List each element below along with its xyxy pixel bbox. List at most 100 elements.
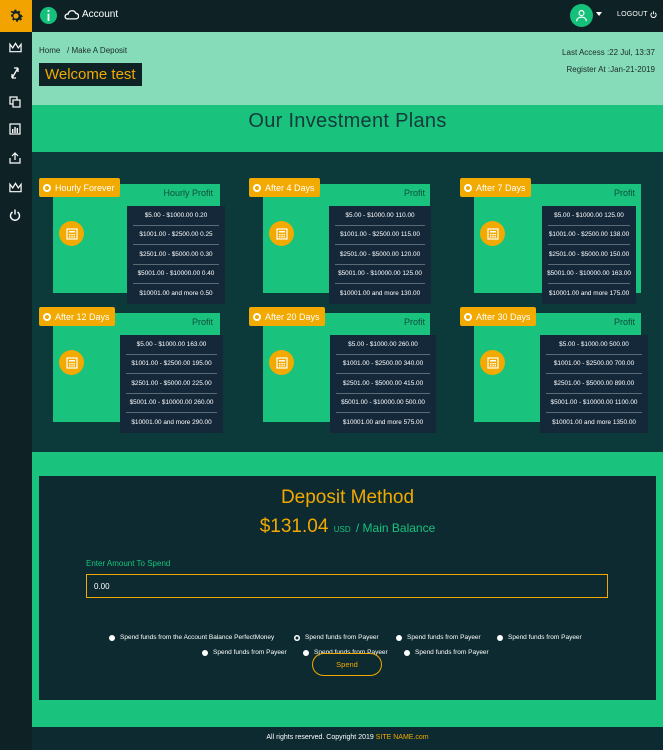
payment-option[interactable]: Spend funds from Payeer	[497, 634, 582, 641]
plan-tag-label: After 7 Days	[476, 182, 526, 193]
rate-row: $1001.00 - $2500.00 195.00	[126, 355, 217, 374]
user-icon	[576, 10, 587, 22]
rate-row: $5.00 - $1000.00 125.00	[548, 206, 630, 226]
plan-tag: After 4 Days	[249, 178, 320, 197]
rate-row: $10001.00 and more 1350.00	[552, 419, 636, 427]
crown-icon[interactable]	[8, 40, 22, 54]
plan-tag: Hourly Forever	[39, 178, 120, 197]
calculator-icon	[480, 221, 505, 246]
plan-card[interactable]: Hourly Profit Hourly Forever $5.00 - $10…	[39, 178, 225, 308]
rate-row: $1001.00 - $2500.00 700.00	[546, 355, 642, 374]
plan-head: Profit	[403, 317, 425, 327]
radio-dot-icon	[464, 183, 472, 192]
footer-site-link[interactable]: SITE NAME.com	[376, 734, 429, 741]
deposit-section: Deposit Method $131.04 USD / Main Balanc…	[32, 452, 663, 727]
payment-option-label: Spend funds from Payeer	[415, 649, 489, 656]
plan-tag: After 30 Days	[460, 307, 536, 326]
breadcrumb-current: / Make A Deposit	[67, 46, 128, 55]
radio-dot-icon	[43, 312, 51, 321]
rate-row: $10001.00 and more 0.50	[139, 290, 213, 298]
account-label[interactable]: Account	[82, 9, 118, 20]
rate-row: $10001.00 and more 175.00	[548, 290, 630, 298]
radio-dot-icon	[43, 183, 51, 192]
power-icon[interactable]	[8, 208, 22, 222]
plan-tag: After 7 Days	[460, 178, 531, 197]
rate-row: $10001.00 and more 290.00	[131, 419, 212, 427]
payment-option[interactable]: Spend funds from Payeer	[404, 649, 489, 656]
plan-card[interactable]: Profit After 30 Days $5.00 - $1000.00 50…	[460, 307, 648, 437]
balance-label: / Main Balance	[355, 521, 436, 535]
payment-option-label: Spend funds from Payeer	[407, 634, 481, 641]
rate-row: $5001.00 - $10000.00 0.40	[133, 265, 219, 284]
payment-option[interactable]: Spend funds from Payeer	[396, 634, 481, 641]
plan-card[interactable]: Profit After 7 Days $5.00 - $1000.00 125…	[460, 178, 641, 308]
plan-tag-label: After 4 Days	[265, 182, 315, 193]
calculator-icon	[269, 221, 294, 246]
rate-row: $10001.00 and more 575.00	[342, 419, 424, 427]
rate-row: $2501.00 - $5000.00 0.30	[133, 245, 219, 265]
plan-head: Profit	[191, 317, 213, 327]
chevron-down-icon[interactable]	[596, 12, 602, 16]
upload-icon[interactable]	[8, 151, 22, 165]
radio-button[interactable]	[396, 634, 402, 641]
radio-button[interactable]	[497, 634, 503, 641]
info-icon[interactable]	[40, 7, 57, 24]
rate-row: $5001.00 - $10000.00 500.00	[336, 394, 430, 413]
user-avatar[interactable]	[570, 4, 593, 27]
balance-currency: USD	[333, 525, 351, 534]
cloud-icon	[64, 10, 79, 20]
rates-table: $5.00 - $1000.00 260.00 $1001.00 - $2500…	[330, 335, 436, 433]
rate-row: $5.00 - $1000.00 260.00	[336, 335, 430, 355]
plan-card[interactable]: Profit After 4 Days $5.00 - $1000.00 110…	[249, 178, 431, 308]
radio-button[interactable]	[404, 649, 410, 656]
breadcrumb-home[interactable]: Home	[39, 46, 60, 55]
top-bar: Account LOGOUT	[0, 0, 663, 32]
radio-dot-icon	[253, 183, 261, 192]
rate-row: $5.00 - $1000.00 500.00	[546, 335, 642, 355]
plan-card[interactable]: Profit After 12 Days $5.00 - $1000.00 16…	[39, 307, 223, 437]
rate-row: $5001.00 - $10000.00 125.00	[335, 265, 425, 284]
copy-icon[interactable]	[8, 95, 22, 109]
calculator-icon	[269, 350, 294, 375]
chart-icon[interactable]	[8, 122, 22, 136]
payment-option[interactable]: Spend funds from Payeer	[202, 649, 287, 656]
deposit-title: Deposit Method	[280, 487, 415, 508]
amount-label: Enter Amount To Spend	[86, 559, 171, 568]
gear-icon	[10, 9, 24, 22]
register-date: Register At :Jan-21-2019	[566, 65, 656, 74]
calculator-icon	[59, 221, 84, 246]
amount-input[interactable]	[86, 574, 608, 598]
rate-row: $2501.00 - $5000.00 415.00	[336, 374, 430, 394]
logout-button[interactable]: LOGOUT	[617, 11, 657, 18]
plans-area: Hourly Profit Hourly Forever $5.00 - $10…	[32, 152, 663, 452]
plan-tag-label: After 20 Days	[265, 311, 320, 322]
rates-table: $5.00 - $1000.00 0.20 $1001.00 - $2500.0…	[127, 206, 225, 304]
radio-dot-icon	[464, 312, 472, 321]
payment-option[interactable]: Spend funds from the Account Balance Per…	[109, 634, 274, 641]
rate-row: $5.00 - $1000.00 163.00	[126, 335, 217, 355]
payment-option[interactable]: Spend funds from Payeer	[294, 634, 379, 641]
calculator-icon	[59, 350, 84, 375]
spend-button[interactable]: Spend	[312, 653, 382, 676]
rate-row: $5.00 - $1000.00 110.00	[335, 206, 425, 226]
plan-tag-label: Hourly Forever	[55, 182, 115, 193]
footer-text: All rights reserved. Copyright 2019	[266, 734, 374, 741]
plans-title-band: Our Investment Plans	[32, 105, 663, 152]
rate-row: $5001.00 - $10000.00 260.00	[126, 394, 217, 413]
radio-button[interactable]	[303, 649, 309, 656]
welcome-title: Welcome test	[39, 63, 142, 86]
rate-row: $1001.00 - $2500.00 115.00	[335, 226, 425, 245]
settings-button[interactable]	[0, 0, 32, 32]
crown-icon-2[interactable]	[8, 180, 22, 194]
rates-table: $5.00 - $1000.00 500.00 $1001.00 - $2500…	[540, 335, 648, 433]
plan-head: Hourly Profit	[163, 188, 213, 198]
power-icon	[650, 11, 657, 18]
radio-button[interactable]	[202, 649, 208, 656]
plan-head: Profit	[613, 317, 635, 327]
exchange-icon[interactable]	[8, 66, 22, 80]
last-access: Last Access :22 Jul, 13:37	[562, 48, 655, 57]
radio-button[interactable]	[109, 634, 115, 641]
plan-card[interactable]: Profit After 20 Days $5.00 - $1000.00 26…	[249, 307, 436, 437]
radio-button-selected[interactable]	[294, 634, 300, 641]
plan-tag-label: After 12 Days	[55, 311, 110, 322]
